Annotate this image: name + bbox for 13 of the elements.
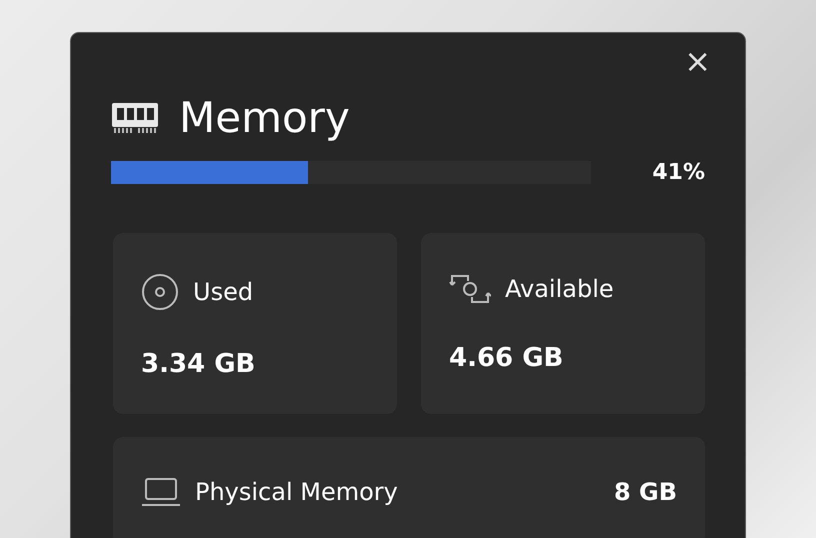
detail-value: 8 GB bbox=[614, 478, 677, 506]
memory-chip-icon bbox=[111, 100, 159, 134]
stat-label: Available bbox=[505, 275, 614, 303]
disc-icon bbox=[141, 273, 179, 311]
stat-value: 3.34 GB bbox=[141, 349, 256, 379]
close-button[interactable]: × bbox=[680, 47, 715, 75]
panel-title: Memory bbox=[179, 93, 350, 142]
detail-label: Physical Memory bbox=[195, 478, 398, 506]
stat-value: 4.66 GB bbox=[449, 343, 564, 373]
stat-label: Used bbox=[193, 278, 254, 306]
laptop-icon bbox=[141, 477, 181, 507]
swap-icon bbox=[449, 273, 491, 305]
usage-percent: 41% bbox=[652, 160, 705, 185]
